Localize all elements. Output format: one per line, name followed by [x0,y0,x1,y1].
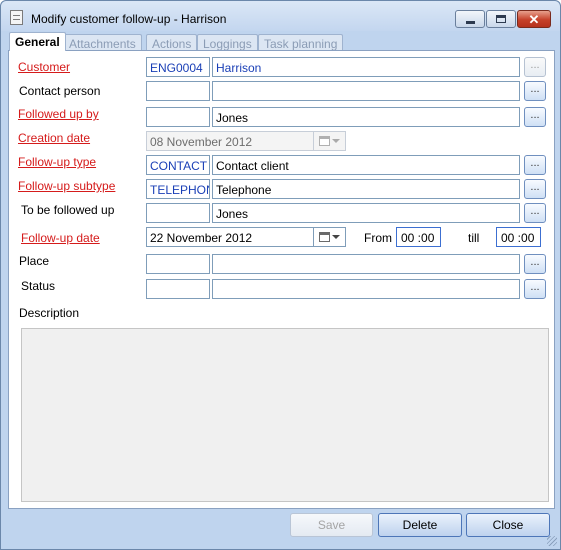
resize-grip[interactable] [547,536,557,546]
status-name-field[interactable] [212,279,520,299]
customer-name-field[interactable]: Harrison [212,57,520,77]
general-panel: Customer ENG0004 Harrison ... Contact pe… [8,50,555,509]
contact-person-label: Contact person [19,84,101,98]
creation-date-field: 08 November 2012 [146,131,314,151]
till-time-field[interactable]: 00 :00 [496,227,541,247]
followup-type-lookup-button[interactable]: ... [524,155,546,175]
tab-attachments[interactable]: Attachments [63,34,142,51]
status-code-field[interactable] [146,279,210,299]
followup-date-picker[interactable] [313,227,346,247]
from-time-field[interactable]: 00 :00 [396,227,441,247]
to-be-followed-up-code-field[interactable] [146,203,210,223]
save-button[interactable]: Save [290,513,373,537]
followed-up-by-code-field[interactable] [146,107,210,127]
place-lookup-button[interactable]: ... [524,254,546,274]
chevron-down-icon [332,235,340,239]
customer-label[interactable]: Customer [18,60,70,74]
place-label: Place [19,254,50,268]
title-bar[interactable]: Modify customer follow-up - Harrison ✕ [1,1,560,31]
chevron-down-icon [332,139,340,143]
place-name-field[interactable] [212,254,520,274]
followup-type-name-field[interactable]: Contact client [212,155,520,175]
tab-actions[interactable]: Actions [146,34,198,51]
from-label: From [364,231,392,245]
description-textarea[interactable] [21,328,549,502]
followup-date-label[interactable]: Follow-up date [21,231,100,245]
close-window-button[interactable]: ✕ [517,10,551,28]
creation-date-label[interactable]: Creation date [18,131,90,145]
tab-general[interactable]: General [9,32,66,51]
calendar-icon [319,232,330,242]
creation-date-picker [313,131,346,151]
maximize-button[interactable] [486,10,516,28]
followup-date-field[interactable]: 22 November 2012 [146,227,314,247]
status-lookup-button[interactable]: ... [524,279,546,299]
followup-subtype-label[interactable]: Follow-up subtype [18,179,115,193]
document-icon [10,10,23,25]
followed-up-by-name-field[interactable]: Jones [212,107,520,127]
followup-type-code-field[interactable]: CONTACT [146,155,210,175]
tab-task-planning[interactable]: Task planning [258,34,344,51]
customer-code-field[interactable]: ENG0004 [146,57,210,77]
window-title: Modify customer follow-up - Harrison [31,12,227,26]
minimize-icon [465,20,475,24]
followed-up-by-lookup-button[interactable]: ... [524,107,546,127]
contact-person-code-field[interactable] [146,81,210,101]
to-be-followed-up-name-field[interactable]: Jones [212,203,520,223]
followup-subtype-code-field[interactable]: TELEPHON [146,179,210,199]
close-button[interactable]: Close [466,513,550,537]
description-label: Description [19,306,80,320]
close-icon: ✕ [528,11,540,27]
dialog-window: Modify customer follow-up - Harrison ✕ G… [0,0,561,550]
followed-up-by-label[interactable]: Followed up by [18,107,99,121]
to-be-followed-up-label: To be followed up [21,203,115,217]
place-code-field[interactable] [146,254,210,274]
tab-loggings[interactable]: Loggings [197,34,258,51]
status-label: Status [21,279,56,293]
to-be-followed-up-lookup-button[interactable]: ... [524,203,546,223]
minimize-button[interactable] [455,10,485,28]
delete-button[interactable]: Delete [378,513,462,537]
followup-subtype-name-field[interactable]: Telephone [212,179,520,199]
contact-person-lookup-button[interactable]: ... [524,81,546,101]
till-label: till [468,231,480,245]
customer-lookup-button[interactable]: ... [524,57,546,77]
followup-type-label[interactable]: Follow-up type [18,155,96,169]
followup-subtype-lookup-button[interactable]: ... [524,179,546,199]
contact-person-name-field[interactable] [212,81,520,101]
calendar-icon [319,136,330,146]
maximize-icon [496,15,506,23]
